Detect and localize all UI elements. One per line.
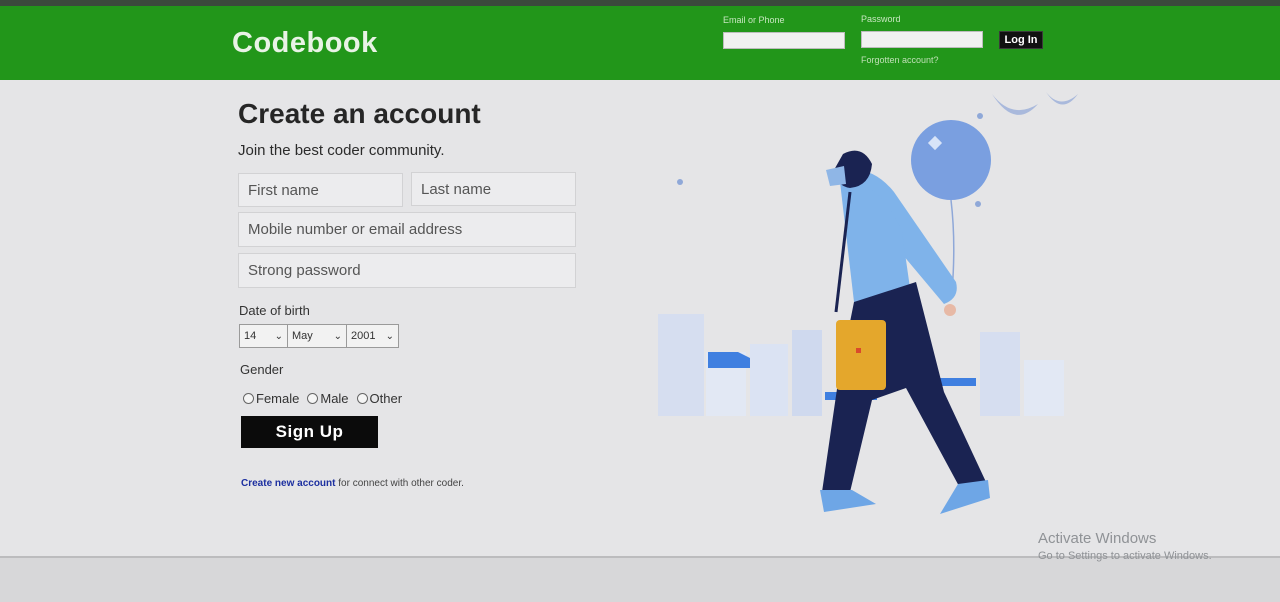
dob-label: Date of birth <box>239 303 310 318</box>
moon-decoration <box>992 94 1038 115</box>
activate-windows-subtitle: Go to Settings to activate Windows. <box>1038 550 1212 562</box>
login-email-input[interactable] <box>723 32 845 49</box>
activate-windows-title: Activate Windows <box>1038 530 1157 547</box>
chevron-down-icon: ⌄ <box>333 330 342 342</box>
radio-other-label[interactable]: Other <box>370 391 403 406</box>
decoration-dot <box>677 179 683 185</box>
walking-person-illustration <box>658 92 1078 514</box>
shoulder-bag <box>836 320 886 390</box>
login-password-input[interactable] <box>861 31 983 48</box>
city-roof <box>940 378 976 386</box>
password-input[interactable] <box>238 253 576 288</box>
radio-female-label[interactable]: Female <box>256 391 299 406</box>
forgotten-account-link[interactable]: Forgotten account? <box>861 55 939 65</box>
bag-button <box>856 348 861 353</box>
city-building <box>658 314 704 416</box>
dob-day-value: 14 <box>244 330 257 342</box>
city-building <box>980 332 1020 416</box>
city-building <box>750 344 788 416</box>
sign-up-button[interactable]: Sign Up <box>241 416 378 448</box>
first-name-input[interactable] <box>238 173 403 207</box>
gender-radio-group: Female Male Other <box>243 391 410 406</box>
decoration-dot <box>975 201 981 207</box>
password-label: Password <box>861 14 901 24</box>
balloon-icon <box>911 120 991 200</box>
create-account-note-text: for connect with other coder. <box>335 478 464 489</box>
dob-year-value: 2001 <box>351 330 376 342</box>
bag-strap <box>834 191 852 313</box>
dob-day-select[interactable]: 14 ⌄ <box>239 324 288 348</box>
windows-activation-watermark: Activate Windows Go to Settings to activ… <box>1038 530 1212 562</box>
dob-year-select[interactable]: 2001 ⌄ <box>346 324 399 348</box>
page-subtitle: Join the best coder community. <box>238 142 445 159</box>
page-footer <box>0 556 1280 602</box>
contact-input[interactable] <box>238 212 576 247</box>
city-tower <box>792 330 822 416</box>
screen-bezel-shadow <box>0 0 1280 6</box>
decoration-dot <box>977 113 983 119</box>
person-hand <box>944 304 956 316</box>
person-torso <box>840 181 912 302</box>
person-shoe <box>940 480 990 514</box>
last-name-input[interactable] <box>411 172 576 206</box>
page-title: Create an account <box>238 98 481 129</box>
city-building <box>1024 360 1064 416</box>
site-logo[interactable]: Codebook <box>232 27 378 60</box>
radio-male-label[interactable]: Male <box>320 391 348 406</box>
create-account-note: Create new account for connect with othe… <box>241 478 464 489</box>
chevron-down-icon: ⌄ <box>385 330 394 342</box>
top-navigation-bar <box>0 0 1280 80</box>
chevron-down-icon: ⌄ <box>274 330 283 342</box>
dob-month-select[interactable]: May ⌄ <box>287 324 347 348</box>
radio-male[interactable] <box>307 393 319 404</box>
radio-female[interactable] <box>243 393 254 404</box>
create-new-account-link[interactable]: Create new account <box>241 478 335 489</box>
mask-icon <box>826 166 846 186</box>
radio-other[interactable] <box>356 393 368 404</box>
person-shoe <box>820 490 876 512</box>
gender-label: Gender <box>240 362 284 377</box>
moon-decoration <box>1046 92 1078 105</box>
email-label: Email or Phone <box>723 15 785 25</box>
dob-month-value: May <box>292 330 313 342</box>
login-button[interactable]: Log In <box>999 31 1043 49</box>
